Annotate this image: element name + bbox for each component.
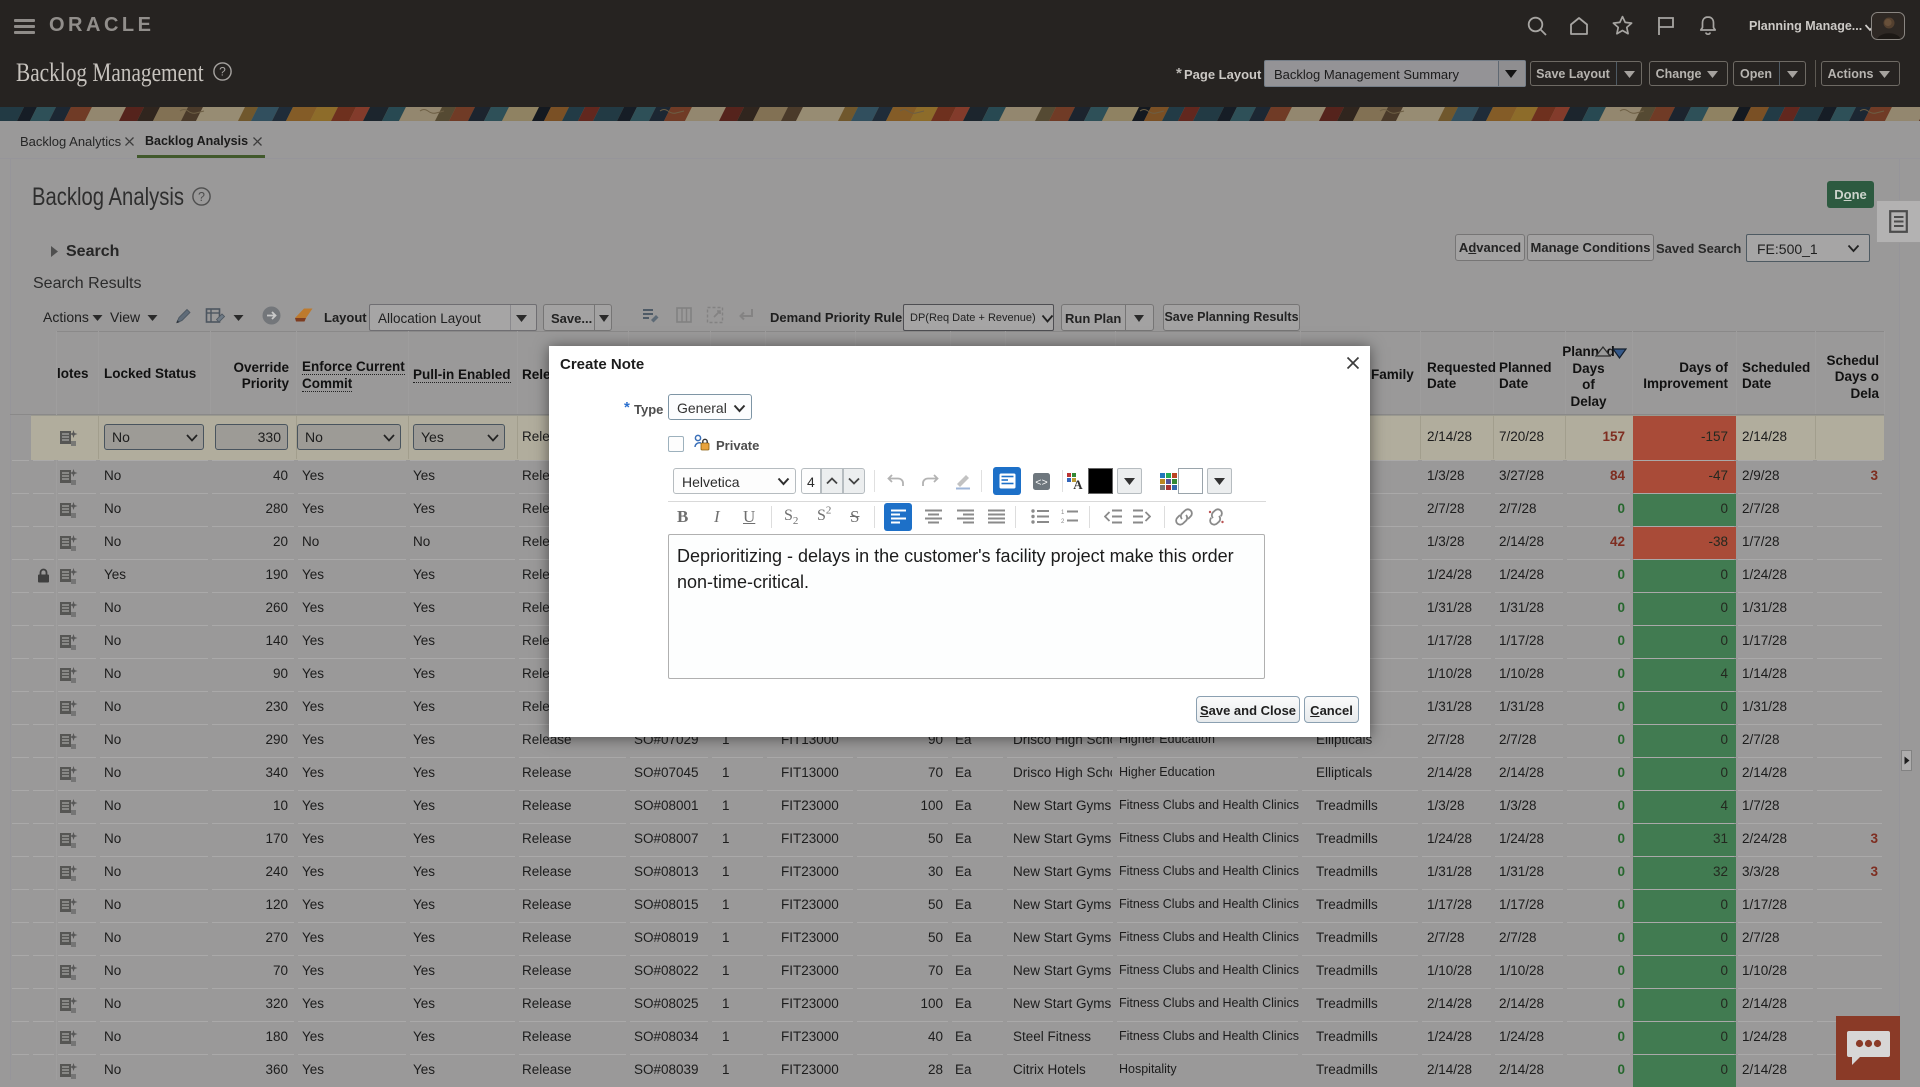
svg-text:2: 2 xyxy=(1061,519,1065,524)
svg-text:1: 1 xyxy=(1061,510,1065,516)
svg-text:?: ? xyxy=(198,190,205,204)
svg-text:?: ? xyxy=(219,65,226,79)
svg-text:A: A xyxy=(1073,477,1083,491)
svg-text:<>: <> xyxy=(1035,478,1048,490)
